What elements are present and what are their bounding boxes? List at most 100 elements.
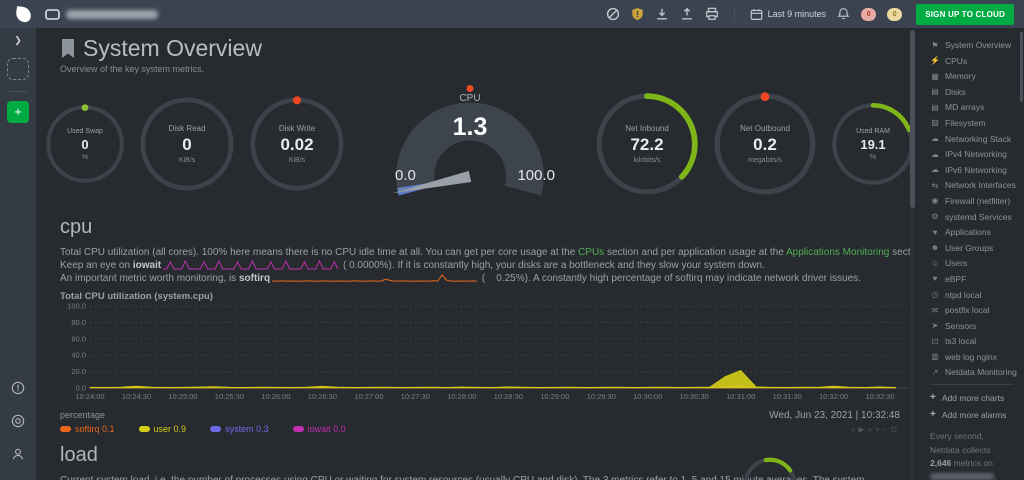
applications-monitoring-link[interactable]: Applications Monitoring: [786, 247, 889, 258]
sidebar-item-postfix-local[interactable]: ✉ postfix local: [930, 305, 1020, 315]
cpu-desc-text: ( 0.0000%). If it is constantly high, yo…: [340, 260, 765, 271]
sidebar-item-ts3-local[interactable]: ⊡ ts3 local: [930, 336, 1020, 346]
sidebar-item-ntpd-local[interactable]: ◷ ntpd local: [930, 290, 1020, 300]
load-partial-gauge[interactable]: [742, 456, 798, 480]
add-more-charts-button[interactable]: + Add more charts: [930, 392, 1020, 403]
update-button[interactable]: [606, 7, 620, 21]
metrics-count: 2,646: [930, 457, 952, 468]
play-icon[interactable]: ▶: [858, 425, 867, 434]
sidebar-item-networking-stack[interactable]: ☁ Networking Stack: [930, 134, 1020, 144]
svg-text:10:32:00: 10:32:00: [819, 392, 848, 401]
sidebar-item-label: eBPF: [945, 273, 967, 284]
sidebar-item-disks[interactable]: ▤ Disks: [930, 87, 1020, 97]
sidebar-item-users[interactable]: ☺ Users: [930, 258, 1020, 268]
calendar-icon: [750, 8, 763, 20]
gauge-unit: megabits/s: [748, 157, 782, 164]
reset-zoom-icon[interactable]: ⊡: [890, 425, 900, 434]
gauge-name: CPU: [459, 93, 481, 104]
sidebar-item-memory[interactable]: ▦ Memory: [930, 71, 1020, 81]
export-snapshot-button[interactable]: [680, 7, 694, 21]
heartbeat-icon: ♥: [932, 227, 938, 237]
gauge-net-inbound[interactable]: Net Inbound 72.2 kilobits/s: [595, 92, 699, 196]
gauge-value: 0.02: [280, 135, 314, 154]
user-icon: ☺: [930, 258, 940, 268]
zoom-in-icon[interactable]: +: [875, 425, 883, 434]
sidebar-item-filesystem[interactable]: ▧ Filesystem: [930, 118, 1020, 128]
sidebar-item-label: Users: [945, 258, 968, 269]
sidebar-item-web-log-nginx[interactable]: ▥ web log nginx: [930, 352, 1020, 362]
sidebar-item-label: System Overview: [945, 40, 1012, 50]
plus-icon: +: [930, 392, 936, 404]
sidebar-item-ipv6-networking[interactable]: ☁ IPv6 Networking: [930, 165, 1020, 175]
softirq-term: softirq: [238, 273, 271, 284]
cloud-icon: ☁: [931, 134, 939, 144]
gauge-disk-read[interactable]: Disk Read 0 KiB/s: [139, 96, 235, 192]
svg-text:10:25:00: 10:25:00: [168, 392, 197, 401]
main-scrollbar[interactable]: [910, 30, 915, 480]
print-button[interactable]: [705, 7, 719, 21]
node-selector[interactable]: [45, 8, 158, 20]
gauge-value: 0.2: [753, 135, 777, 154]
sidebar-item-label: Memory: [945, 71, 976, 82]
cpus-link[interactable]: CPUs: [578, 247, 604, 258]
svg-text:10:29:30: 10:29:30: [587, 392, 616, 401]
gauge-used-ram[interactable]: Used RAM 19.1 %: [831, 102, 910, 186]
settings-button[interactable]: [11, 414, 25, 431]
sidebar-item-ebpf[interactable]: ♥ eBPF: [930, 274, 1020, 284]
netdata-logo[interactable]: [15, 5, 32, 23]
info-button[interactable]: [11, 381, 25, 398]
sidebar-item-label: MD arrays: [945, 102, 985, 113]
gear-icon: [11, 414, 25, 428]
legend-item-iowait[interactable]: iowait 0.0: [292, 424, 346, 434]
sidebar-item-sensors[interactable]: ➤ Sensors: [930, 321, 1020, 331]
legend-item-softirq[interactable]: softirq 0.1: [60, 424, 115, 434]
sidebar-item-cpus[interactable]: ⚡ CPUs: [930, 56, 1020, 66]
sidebar-scrollbar[interactable]: [1020, 32, 1023, 102]
add-node-button[interactable]: +: [7, 101, 29, 123]
svg-text:10:24:30: 10:24:30: [122, 392, 151, 401]
import-snapshot-button[interactable]: [655, 7, 669, 21]
gauge-value: 1.3: [452, 113, 488, 141]
sidebar-item-label: User Groups: [945, 242, 994, 253]
sidebar-item-netdata-monitoring[interactable]: ↗ Netdata Monitoring: [930, 367, 1020, 377]
gauge-name: Net Inbound: [625, 124, 669, 133]
add-more-alarms-button[interactable]: + Add more alarms: [930, 409, 1020, 420]
svg-text:10:29:00: 10:29:00: [540, 392, 569, 401]
sidebar-item-firewall-netfilter-[interactable]: ◉ Firewall (netfilter): [930, 196, 1020, 206]
warning-alarms-badge[interactable]: 0: [887, 7, 903, 21]
main-content: System Overview Overview of the key syst…: [36, 28, 910, 480]
critical-alarms-badge[interactable]: 0: [861, 7, 877, 21]
pan-right-icon[interactable]: »: [868, 425, 875, 434]
gauge-disk-write[interactable]: Disk Write 0.02 KiB/s: [249, 96, 345, 192]
chevron-right-icon: ❯: [14, 35, 22, 45]
sidebar-item-network-interfaces[interactable]: ⇆ Network Interfaces: [930, 180, 1020, 190]
time-range-picker[interactable]: Last 9 minutes: [750, 8, 826, 21]
gauge-net-outbound[interactable]: Net Outbound 0.2 megabits/s: [713, 92, 817, 196]
cpu-section-heading: cpu: [60, 216, 93, 238]
gauge-cpu[interactable]: CPU 1.3 0.0 100.0 %: [375, 85, 565, 201]
svg-text:10:28:00: 10:28:00: [447, 392, 476, 401]
sidebar-item-applications[interactable]: ♥ Applications: [930, 227, 1020, 237]
node-placeholder[interactable]: [7, 58, 29, 80]
cpu-desc-text: section and per application usage at the: [604, 247, 786, 258]
svg-text:10:31:30: 10:31:30: [773, 392, 802, 401]
sidebar-item-systemd-services[interactable]: ⚙ systemd Services: [930, 212, 1020, 222]
svg-text:10:28:30: 10:28:30: [494, 392, 523, 401]
gauge-unit: KiB/s: [288, 157, 306, 164]
scrollbar-thumb[interactable]: [910, 30, 915, 208]
cpu-chart[interactable]: 10:24:00 10:24:30 10:25:00 10:25:30 10:26:00…: [60, 302, 908, 410]
gauge-used-swap[interactable]: Used Swap 0 %: [45, 104, 125, 184]
alarms-button[interactable]: [837, 7, 850, 21]
gauge-value: 0: [81, 136, 89, 152]
legend-item-system[interactable]: system 0.3: [210, 424, 269, 434]
svg-text:40.0: 40.0: [71, 351, 86, 360]
signup-cloud-button[interactable]: SIGN UP TO CLOUD: [916, 3, 1014, 25]
sidebar-item-user-groups[interactable]: ☻ User Groups: [930, 243, 1020, 253]
legend-item-user[interactable]: user 0.9: [138, 424, 186, 434]
account-button[interactable]: [11, 447, 25, 464]
sidebar-item-system-overview[interactable]: ⚑ System Overview: [930, 40, 1020, 50]
sidebar-item-ipv4-networking[interactable]: ☁ IPv4 Networking: [930, 149, 1020, 159]
privacy-button[interactable]: [631, 7, 644, 21]
sidebar-item-md-arrays[interactable]: ▤ MD arrays: [930, 102, 1020, 112]
expand-rail-button[interactable]: ❯: [14, 35, 22, 46]
